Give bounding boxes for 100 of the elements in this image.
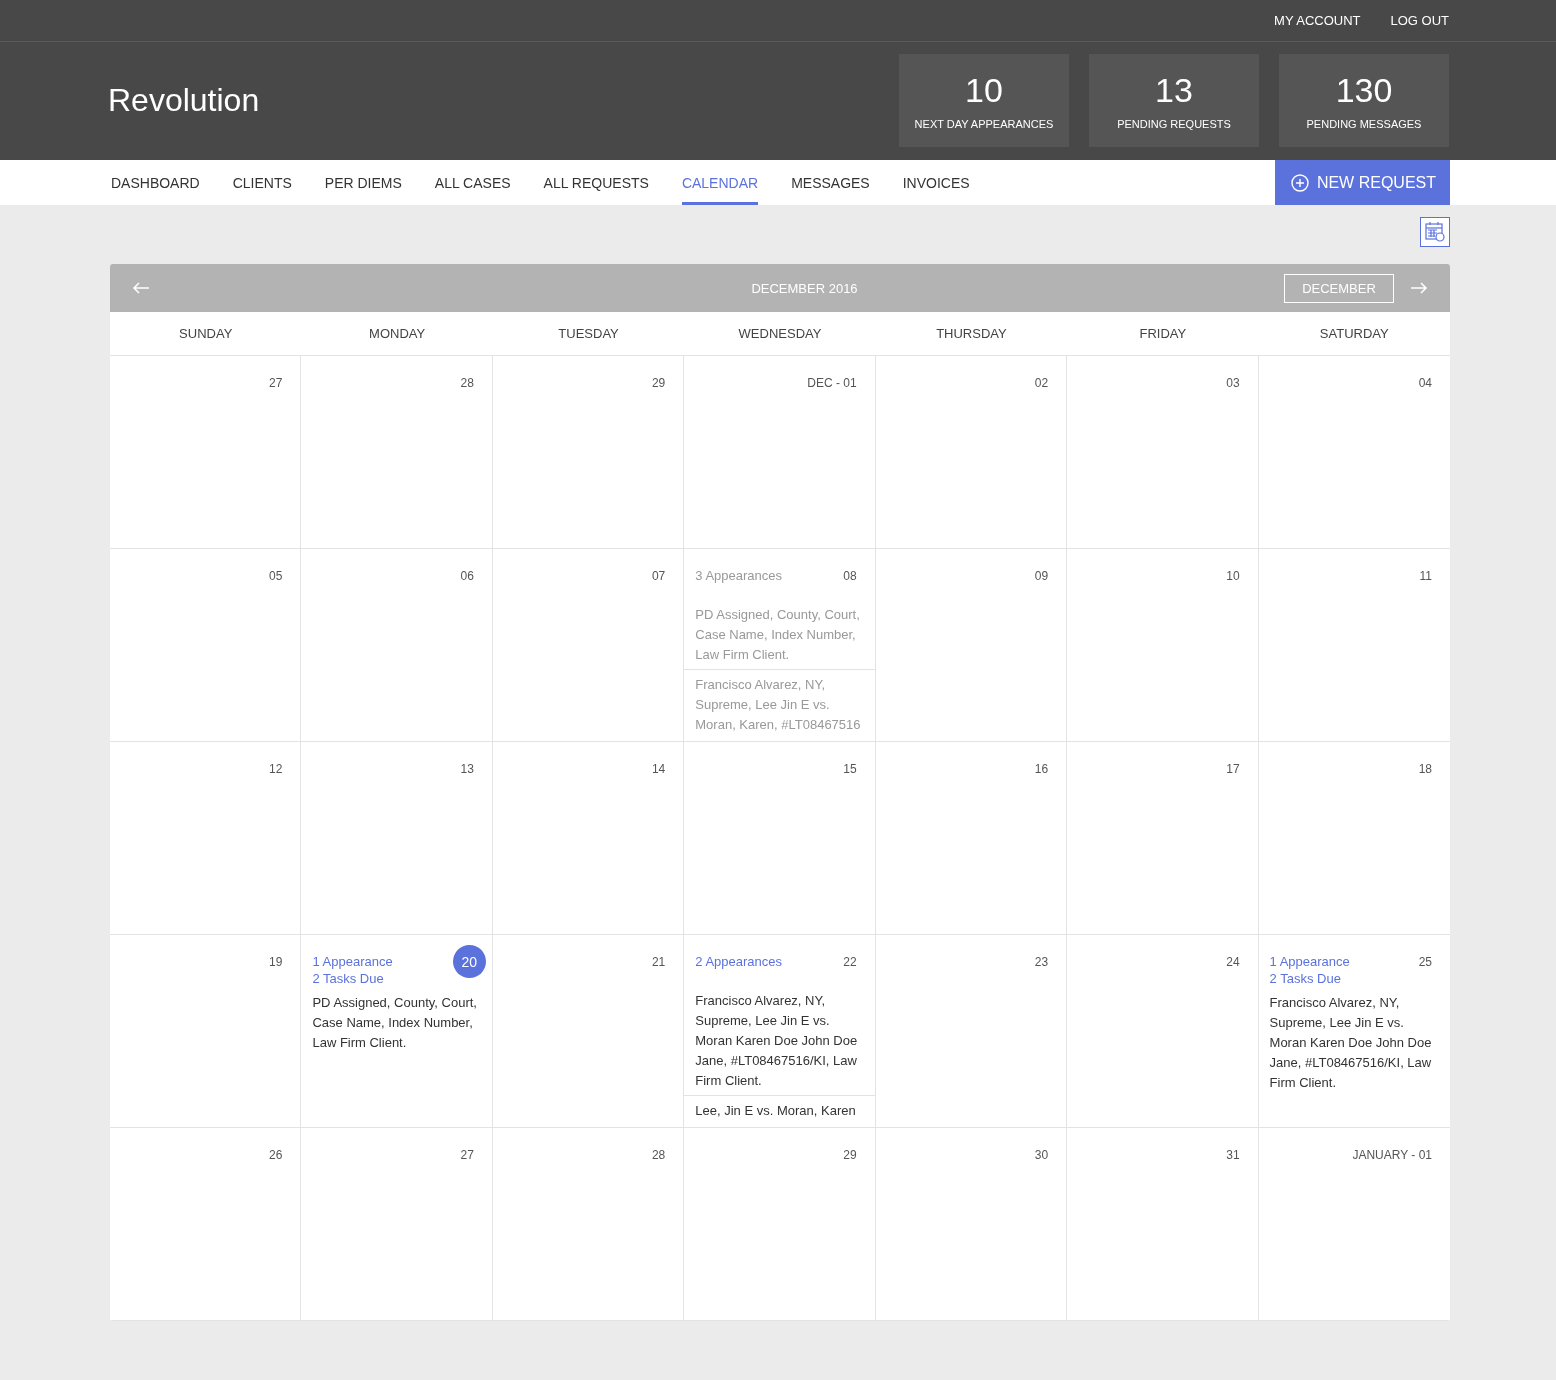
day-cell[interactable]: 26 xyxy=(110,1128,302,1321)
nav-tab[interactable]: CALENDAR xyxy=(681,160,759,205)
day-cell[interactable]: JANUARY - 01 xyxy=(1258,1128,1450,1321)
day-cell[interactable]: 17 xyxy=(1067,742,1259,935)
day-number: 27 xyxy=(269,376,283,390)
day-number: 10 xyxy=(1226,569,1240,583)
day-number: 27 xyxy=(460,1148,474,1162)
day-cell[interactable]: 07 xyxy=(492,549,685,742)
day-number: 11 xyxy=(1419,569,1432,583)
day-cell[interactable]: 04 xyxy=(1258,356,1450,549)
month-title: DECEMBER 2016 xyxy=(750,280,859,296)
day-cell[interactable]: 27 xyxy=(110,356,302,549)
day-number: DEC - 01 xyxy=(807,376,857,390)
nav-tab[interactable]: ALL CASES xyxy=(434,160,511,205)
day-number: 08 xyxy=(843,569,857,583)
day-number: 18 xyxy=(1418,762,1432,776)
day-number: 24 xyxy=(1226,955,1240,969)
stat-label: NEXT DAY APPEARANCES xyxy=(914,118,1054,130)
day-number: 02 xyxy=(1034,376,1049,390)
day-cell[interactable]: 14 xyxy=(492,742,685,935)
weekday-label: THURSDAY xyxy=(875,312,1068,356)
day-number: 07 xyxy=(651,569,666,583)
day-number: 29 xyxy=(651,376,666,390)
day-cell[interactable]: 23 xyxy=(875,935,1068,1128)
day-number: 29 xyxy=(843,1148,857,1162)
today-badge: 20 xyxy=(452,945,486,978)
nav-tab[interactable]: DASHBOARD xyxy=(111,160,200,205)
day-number: 22 xyxy=(843,955,857,969)
nav-tab[interactable]: INVOICES xyxy=(902,160,970,205)
day-number: 04 xyxy=(1418,376,1432,390)
top-link[interactable]: LOG OUT xyxy=(1390,13,1449,28)
weekday-label: SUNDAY xyxy=(110,312,302,356)
day-cell[interactable]: 2 Appearances 22 Francisco Alvarez, NY, Supreme, Lee Jin E vs. Moran Karen Doe John Doe Jane, #LT08467516/KI, Law Firm Client. Lee, Jin E vs. Moran, Karen xyxy=(684,935,876,1128)
stat-value: 130 xyxy=(1335,71,1393,110)
day-number: 05 xyxy=(269,569,283,583)
new-request-button[interactable]: NEW REQUEST xyxy=(1274,160,1450,205)
day-number: 19 xyxy=(269,955,283,969)
day-cell[interactable]: DEC - 01 xyxy=(684,356,876,549)
weekday-label: MONDAY xyxy=(301,312,493,356)
nav-tab[interactable]: PER DIEMS xyxy=(324,160,402,205)
day-cell[interactable]: 16 xyxy=(875,742,1068,935)
day-cell[interactable]: 13 xyxy=(301,742,493,935)
appearance-entry[interactable]: Francisco Alvarez, NY, Supreme, Lee Jin E vs. Moran Karen Doe John Doe Jane, #LT08467516/KI, Law Firm Client. xyxy=(1258,987,1450,1097)
stat-value: 10 xyxy=(965,71,1003,110)
weekday-label: WEDNESDAY xyxy=(684,312,876,356)
day-number: 28 xyxy=(460,376,474,390)
day-number: 15 xyxy=(843,762,857,776)
day-number: 28 xyxy=(651,1148,666,1162)
day-number: 12 xyxy=(269,762,283,776)
day-number: 31 xyxy=(1226,1148,1240,1162)
day-number: 06 xyxy=(460,569,474,583)
day-cell[interactable]: 09 xyxy=(875,549,1068,742)
appearance-entry[interactable]: Francisco Alvarez, NY, Supreme, Lee Jin E vs. Moran Karen Doe John Doe Jane, #LT08467516/KI, Law Firm Client. xyxy=(684,985,875,1095)
day-number: 21 xyxy=(651,955,666,969)
day-cell[interactable]: 18 xyxy=(1258,742,1450,935)
day-number: 03 xyxy=(1226,376,1240,390)
day-cell[interactable]: 10 xyxy=(1067,549,1259,742)
day-number: 25 xyxy=(1418,955,1432,969)
day-summary[interactable]: 1 Appearance xyxy=(1269,953,1350,970)
day-number: 17 xyxy=(1226,762,1240,776)
day-cell[interactable]: 19 xyxy=(110,935,302,1128)
stat-label: PENDING REQUESTS xyxy=(1117,118,1231,130)
day-cell[interactable]: 28 xyxy=(492,1128,685,1321)
day-cell[interactable]: 06 xyxy=(301,549,493,742)
nav-tab[interactable]: CLIENTS xyxy=(232,160,292,205)
day-number: 09 xyxy=(1034,569,1049,583)
appearance-entry[interactable]: PD Assigned, County, Court, Case Name, Index Number, Law Firm Client. xyxy=(301,987,492,1057)
weekday-label: SATURDAY xyxy=(1258,312,1450,356)
nav-tab[interactable]: ALL REQUESTS xyxy=(543,160,649,205)
day-cell[interactable]: 03 xyxy=(1067,356,1259,549)
day-summary[interactable]: 2 Tasks Due xyxy=(1269,970,1350,987)
day-number: 30 xyxy=(1034,1148,1049,1162)
nav-tab[interactable]: MESSAGES xyxy=(791,160,870,205)
stat-value: 13 xyxy=(1155,71,1193,110)
day-cell[interactable]: 12 xyxy=(110,742,302,935)
day-cell[interactable]: 1 Appearance 2 Tasks Due 25 Francisco Alvarez, NY, Supreme, Lee Jin E vs. Moran Karen Doe John Doe Jane, #LT08467516/KI, Law Firm Client. xyxy=(1258,935,1450,1128)
day-cell[interactable]: 28 xyxy=(301,356,493,549)
day-cell[interactable]: 02 xyxy=(875,356,1068,549)
day-cell[interactable]: 15 xyxy=(684,742,876,935)
day-number: 23 xyxy=(1034,955,1049,969)
weekday-label: TUESDAY xyxy=(492,312,685,356)
day-cell[interactable]: 29 xyxy=(684,1128,876,1321)
day-cell[interactable]: 31 xyxy=(1067,1128,1259,1321)
day-number: 26 xyxy=(269,1148,283,1162)
day-cell[interactable]: 24 xyxy=(1067,935,1259,1128)
day-cell[interactable]: 11 xyxy=(1258,549,1450,742)
day-cell[interactable]: 1 Appearance 2 Tasks Due 20 PD Assigned, County, Court, Case Name, Index Number, Law Firm Client. xyxy=(301,935,493,1128)
top-link[interactable]: MY ACCOUNT xyxy=(1274,13,1361,28)
day-cell[interactable]: 27 xyxy=(301,1128,493,1321)
day-number: 14 xyxy=(651,762,666,776)
brand-logo: Revolution xyxy=(108,82,260,119)
day-cell[interactable]: 30 xyxy=(875,1128,1068,1321)
day-cell[interactable]: 29 xyxy=(492,356,685,549)
day-cell[interactable]: 21 xyxy=(492,935,685,1128)
day-cell[interactable]: 05 xyxy=(110,549,302,742)
day-number: JANUARY - 01 xyxy=(1352,1148,1432,1162)
appearance-entry[interactable]: Lee, Jin E vs. Moran, Karen xyxy=(684,1095,875,1125)
day-summary[interactable]: 1 Appearance xyxy=(312,953,393,970)
day-summary[interactable]: 2 Tasks Due xyxy=(312,970,393,987)
day-summary[interactable]: 2 Appearances xyxy=(695,953,782,970)
